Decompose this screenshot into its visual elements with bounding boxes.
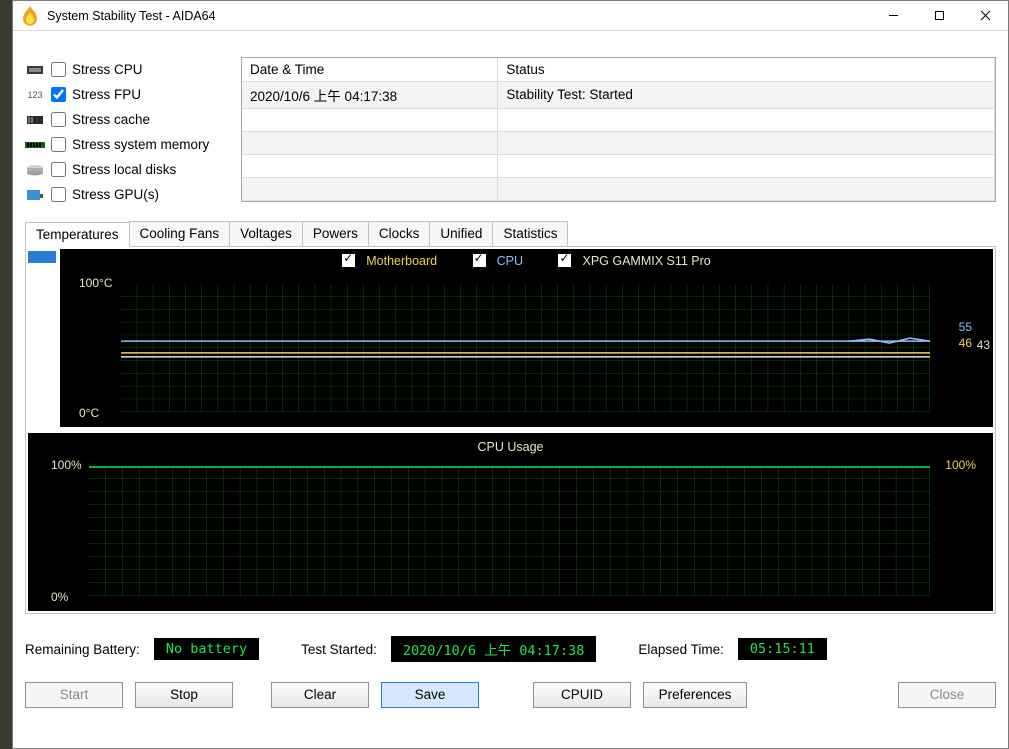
tab-temperatures[interactable]: Temperatures [25, 222, 130, 247]
close-button[interactable] [962, 1, 1008, 31]
cpuid-button[interactable]: CPUID [533, 682, 631, 708]
current-ssd-temp: 43 [977, 338, 990, 352]
tab-strip: Temperatures Cooling Fans Voltages Power… [25, 221, 996, 246]
button-row: Start Stop Clear Save CPUID Preferences … [25, 682, 996, 708]
cell-datetime: 2020/10/6 上午 04:17:38 [242, 81, 498, 108]
started-label: Test Started: [301, 642, 377, 657]
memory-icon [25, 137, 45, 153]
legend-check-ssd[interactable] [558, 254, 571, 267]
tab-statistics[interactable]: Statistics [492, 221, 568, 246]
gpu-icon [25, 187, 45, 203]
cpu-icon [25, 62, 45, 78]
preferences-button[interactable]: Preferences [643, 682, 747, 708]
clear-button[interactable]: Clear [271, 682, 369, 708]
stress-memory-label: Stress system memory [72, 137, 209, 152]
app-icon [19, 5, 41, 27]
cpu-plot [89, 466, 930, 596]
stress-memory-row[interactable]: Stress system memory [25, 132, 235, 157]
current-cpu-temp: 55 [959, 320, 972, 334]
tab-cooling-fans[interactable]: Cooling Fans [129, 221, 231, 246]
y-axis-high: 100°C [79, 276, 113, 290]
stress-fpu-row[interactable]: 123 Stress FPU [25, 82, 235, 107]
status-row: Remaining Battery: No battery Test Start… [25, 636, 996, 662]
temperature-chart: Motherboard CPU XPG GAMMIX S11 Pro 100°C… [60, 249, 993, 427]
legend-check-cpu[interactable] [473, 254, 486, 267]
tab-voltages[interactable]: Voltages [229, 221, 303, 246]
battery-value: No battery [154, 638, 259, 660]
y-axis-low: 0°C [79, 406, 99, 420]
table-row: .. [242, 177, 995, 200]
legend-check-motherboard[interactable] [342, 254, 355, 267]
col-datetime[interactable]: Date & Time [242, 58, 498, 81]
tab-clocks[interactable]: Clocks [368, 221, 431, 246]
started-value: 2020/10/6 上午 04:17:38 [391, 636, 596, 662]
table-row: 2020/10/6 上午 04:17:38 Stability Test: St… [242, 81, 995, 108]
chart-legend: Motherboard CPU XPG GAMMIX S11 Pro [61, 254, 992, 268]
stress-fpu-label: Stress FPU [72, 87, 141, 102]
stress-cpu-row[interactable]: Stress CPU [25, 57, 235, 82]
save-button[interactable]: Save [381, 682, 479, 708]
start-button[interactable]: Start [25, 682, 123, 708]
tab-powers[interactable]: Powers [302, 221, 369, 246]
tab-unified[interactable]: Unified [429, 221, 493, 246]
cpu-current: 100% [945, 458, 976, 472]
window-title: System Stability Test - AIDA64 [47, 9, 870, 23]
current-mb-temp: 46 [959, 336, 972, 350]
col-status[interactable]: Status [498, 58, 995, 81]
table-row: .. [242, 154, 995, 177]
maximize-button[interactable] [916, 1, 962, 31]
disk-icon [25, 162, 45, 178]
stress-gpu-row[interactable]: Stress GPU(s) [25, 182, 235, 207]
chart-thumbnail[interactable] [28, 251, 56, 263]
stress-cache-label: Stress cache [72, 112, 150, 127]
stress-cache-checkbox[interactable] [51, 112, 66, 127]
battery-label: Remaining Battery: [25, 642, 140, 657]
stress-options: Stress CPU 123 Stress FPU Stress cache S… [25, 57, 235, 207]
cpu-usage-chart: CPU Usage 100% 0% 100% [28, 433, 993, 611]
stress-cpu-checkbox[interactable] [51, 62, 66, 77]
table-row: .. [242, 108, 995, 131]
titlebar[interactable]: System Stability Test - AIDA64 [13, 1, 1008, 31]
application-window: System Stability Test - AIDA64 Stress CP… [12, 0, 1009, 749]
chart-thumbnail-column [28, 249, 60, 427]
cpu-y-low: 0% [51, 590, 68, 604]
stress-disk-row[interactable]: Stress local disks [25, 157, 235, 182]
cpu-y-high: 100% [51, 458, 82, 472]
stress-gpu-label: Stress GPU(s) [72, 187, 159, 202]
log-grid[interactable]: Date & Time Status 2020/10/6 上午 04:17:38… [241, 57, 996, 202]
elapsed-label: Elapsed Time: [638, 642, 724, 657]
temp-plot [121, 284, 930, 412]
close-bottom-button[interactable]: Close [898, 682, 996, 708]
cache-icon [25, 112, 45, 128]
stress-disk-checkbox[interactable] [51, 162, 66, 177]
legend-motherboard: Motherboard [366, 254, 437, 268]
cpu-chart-title: CPU Usage [29, 440, 992, 454]
stress-fpu-checkbox[interactable] [51, 87, 66, 102]
legend-ssd: XPG GAMMIX S11 Pro [582, 254, 710, 268]
cell-status: Stability Test: Started [498, 81, 995, 108]
elapsed-value: 05:15:11 [738, 638, 827, 660]
minimize-button[interactable] [870, 1, 916, 31]
stress-memory-checkbox[interactable] [51, 137, 66, 152]
stop-button[interactable]: Stop [135, 682, 233, 708]
tab-body: Motherboard CPU XPG GAMMIX S11 Pro 100°C… [25, 246, 996, 614]
table-row: .. [242, 131, 995, 154]
fpu-icon: 123 [25, 87, 45, 103]
stress-cache-row[interactable]: Stress cache [25, 107, 235, 132]
stress-gpu-checkbox[interactable] [51, 187, 66, 202]
stress-disk-label: Stress local disks [72, 162, 176, 177]
stress-cpu-label: Stress CPU [72, 62, 143, 77]
legend-cpu: CPU [497, 254, 523, 268]
